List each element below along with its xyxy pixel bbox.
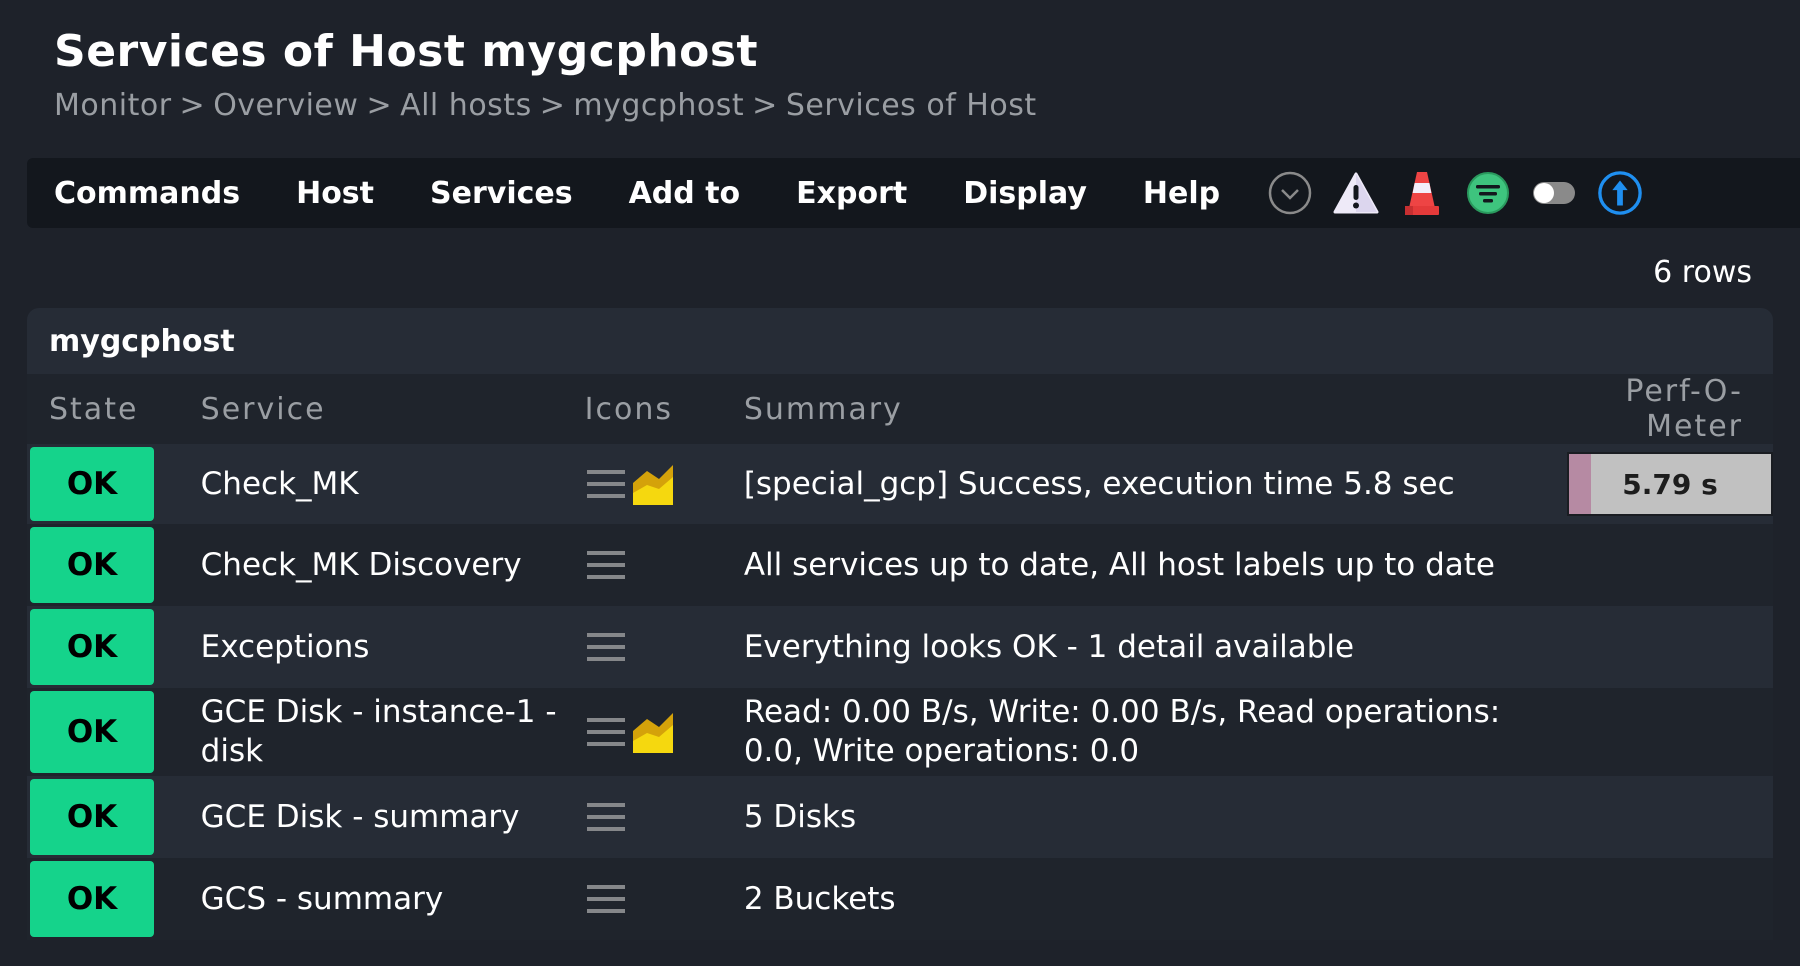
service-summary: Everything looks OK - 1 detail available: [743, 628, 1355, 665]
column-header-state[interactable]: State: [27, 374, 179, 444]
host-group-header: mygcphost: [27, 308, 1773, 374]
page-menu-bar: Commands Host Services Add to Export Dis…: [27, 158, 1800, 228]
host-services-panel: mygcphost State Service Icons Summary Pe…: [27, 308, 1773, 940]
service-icons: [573, 711, 729, 753]
column-header-service[interactable]: Service: [178, 374, 573, 444]
service-summary: 2 Buckets: [743, 880, 896, 917]
state-badge[interactable]: OK: [30, 861, 154, 937]
menu-host[interactable]: Host: [296, 176, 374, 211]
graph-icon[interactable]: [632, 463, 673, 505]
menu-icon[interactable]: [586, 468, 625, 500]
state-badge[interactable]: OK: [30, 527, 154, 603]
breadcrumb-all-hosts[interactable]: All hosts: [400, 88, 532, 123]
service-icons: [573, 801, 729, 833]
state-badge[interactable]: OK: [30, 691, 154, 773]
table-row: OK Check_MK Discovery All services up to…: [27, 524, 1773, 606]
service-icons: [573, 631, 729, 663]
service-icons: [573, 463, 729, 505]
table-row: OK Exceptions Everything looks OK - 1 de…: [27, 606, 1773, 688]
breadcrumb-separator: >: [752, 88, 778, 123]
table-row: OK GCS - summary 2 Buckets: [27, 858, 1773, 940]
menu-services[interactable]: Services: [430, 176, 573, 211]
state-badge[interactable]: OK: [30, 447, 154, 521]
warning-icon[interactable]: [1333, 170, 1379, 216]
breadcrumb-host[interactable]: mygcphost: [573, 88, 744, 123]
breadcrumb-separator: >: [539, 88, 566, 123]
table-row: OK Check_MK [special_gcp] Success, execu…: [27, 444, 1773, 524]
service-icons: [573, 883, 729, 915]
perf-o-meter-value: 5.79 s: [1622, 467, 1718, 501]
menu-icon[interactable]: [586, 716, 625, 748]
service-name-link[interactable]: GCE Disk - instance-1 - disk: [179, 693, 573, 771]
breadcrumb-overview[interactable]: Overview: [213, 88, 358, 123]
state-badge[interactable]: OK: [30, 779, 154, 855]
graph-icon[interactable]: [632, 711, 673, 753]
filter-icon[interactable]: [1465, 170, 1511, 216]
breadcrumb-separator: >: [179, 88, 206, 123]
column-header-icons[interactable]: Icons: [572, 374, 729, 444]
upload-arrow-icon[interactable]: [1597, 170, 1643, 216]
menu-display[interactable]: Display: [963, 176, 1087, 211]
traffic-cone-icon[interactable]: [1399, 170, 1445, 216]
menu-icon[interactable]: [586, 631, 625, 663]
menu-commands[interactable]: Commands: [54, 176, 240, 211]
service-name-link[interactable]: Exceptions: [179, 628, 573, 667]
service-name-link[interactable]: Check_MK Discovery: [179, 546, 573, 585]
row-count: 6 rows: [1653, 255, 1752, 290]
service-summary: 5 Disks: [743, 798, 857, 835]
breadcrumb: Monitor > Overview > All hosts > mygcphost > Ser…: [54, 88, 1037, 123]
table-row: OK GCE Disk - instance-1 - disk Read: 0.…: [27, 688, 1773, 776]
breadcrumb-separator: >: [366, 88, 393, 123]
toggle-switch[interactable]: [1531, 170, 1577, 216]
breadcrumb-services-of-host[interactable]: Services of Host: [786, 88, 1037, 123]
column-header-perf-o-meter[interactable]: Perf-O-Meter: [1545, 374, 1773, 444]
service-icons: [573, 549, 729, 581]
service-summary: [special_gcp] Success, execution time 5.…: [743, 465, 1455, 502]
table-row: OK GCE Disk - summary 5 Disks: [27, 776, 1773, 858]
menu-icon[interactable]: [586, 549, 625, 581]
menu-icon[interactable]: [586, 801, 625, 833]
service-name-link[interactable]: GCE Disk - summary: [179, 798, 573, 837]
state-badge[interactable]: OK: [30, 609, 154, 685]
host-name-link[interactable]: mygcphost: [49, 324, 235, 359]
column-header-summary[interactable]: Summary: [728, 374, 1545, 444]
menu-export[interactable]: Export: [796, 176, 907, 211]
menu-icon[interactable]: [586, 883, 625, 915]
service-summary: Read: 0.00 B/s, Write: 0.00 B/s, Read op…: [743, 694, 1501, 769]
menu-add-to[interactable]: Add to: [629, 176, 741, 211]
services-table: State Service Icons Summary Perf-O-Meter…: [27, 374, 1773, 940]
menu-help[interactable]: Help: [1143, 176, 1220, 211]
page-title: Services of Host mygcphost: [54, 26, 759, 77]
collapse-chevron-icon[interactable]: [1267, 170, 1313, 216]
perf-o-meter[interactable]: 5.79 s: [1567, 452, 1773, 516]
breadcrumb-monitor[interactable]: Monitor: [54, 88, 172, 123]
service-summary: All services up to date, All host labels…: [743, 546, 1496, 583]
service-name-link[interactable]: GCS - summary: [179, 880, 573, 919]
service-name-link[interactable]: Check_MK: [179, 465, 573, 504]
